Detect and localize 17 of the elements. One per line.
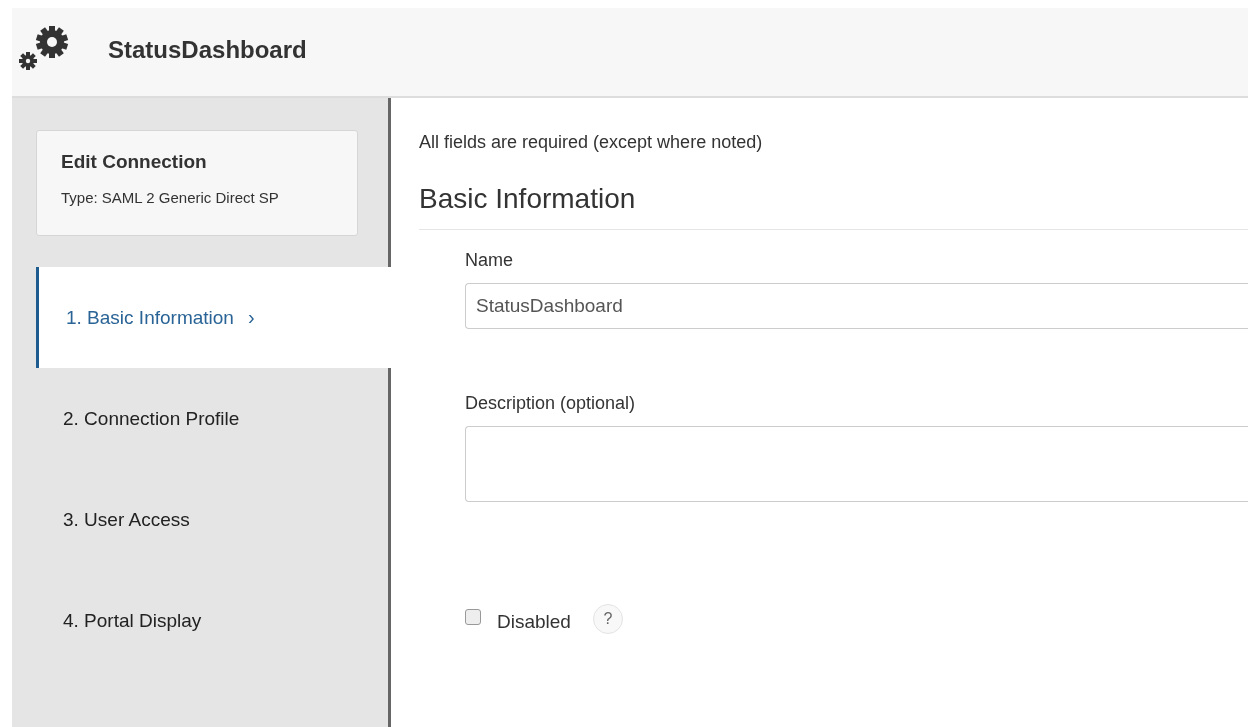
field-label: Name: [465, 250, 514, 271]
step-tab[interactable]: 2. Connection Profile: [36, 368, 388, 469]
step-tab[interactable]: 3. User Access: [36, 469, 388, 570]
description-field[interactable]: [465, 426, 1248, 502]
checkbox[interactable]: [465, 609, 481, 625]
checkbox-label: Disabled: [497, 611, 571, 633]
step-tab[interactable]: 4. Portal Display: [36, 570, 388, 671]
section-title: Basic Information: [419, 183, 1248, 230]
app-title: StatusDashboard: [108, 36, 307, 64]
name-field[interactable]: StatusDashboard: [465, 283, 1248, 329]
card-title: Edit Connection: [61, 151, 208, 173]
required-note: All fields are required (except where noted): [419, 132, 764, 153]
step-tab[interactable]: 1. Basic Information ›: [36, 267, 391, 368]
field-label: Description (optional): [465, 393, 637, 414]
chevron-icon: ›: [247, 306, 255, 329]
connection-type: Type: SAML 2 Generic Direct SP: [61, 189, 280, 206]
help-button[interactable]: ?: [592, 604, 623, 634]
